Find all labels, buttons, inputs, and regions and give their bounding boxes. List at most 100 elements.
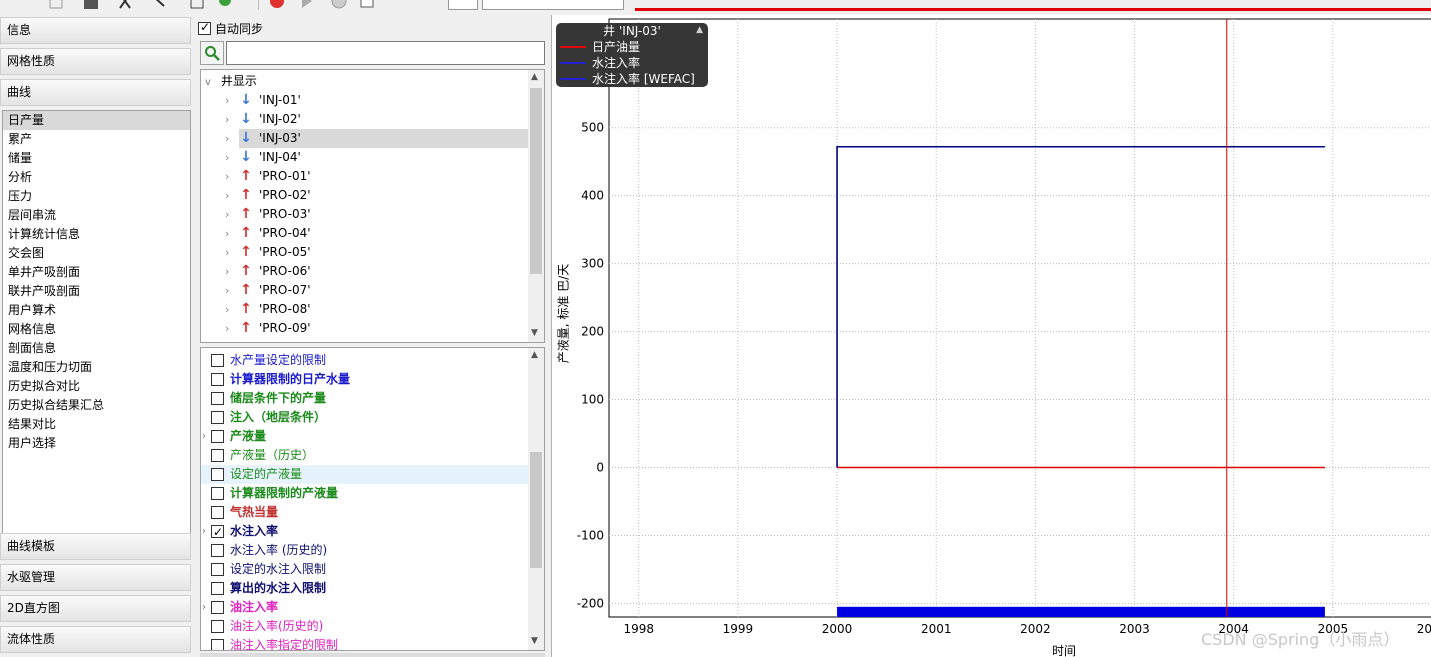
expand-chevron-icon[interactable]: › bbox=[225, 224, 229, 243]
curve-item[interactable]: 结果对比 bbox=[3, 415, 190, 434]
collapse-chevron-icon[interactable]: v bbox=[205, 73, 217, 92]
expand-chevron-icon[interactable]: › bbox=[225, 205, 229, 224]
well-tree-item[interactable]: › ↑ 'PRO-03' bbox=[225, 205, 489, 224]
curve-item[interactable]: 交会图 bbox=[3, 244, 190, 263]
well-tree-item[interactable]: › ↑ 'PRO-04' bbox=[225, 224, 489, 243]
well-tree-item[interactable]: › ↓ 'INJ-01' bbox=[225, 91, 489, 110]
property-checkbox[interactable] bbox=[211, 620, 224, 633]
property-item[interactable]: 计算器限制的产液量 bbox=[201, 484, 529, 503]
curve-item[interactable]: 用户选择 bbox=[3, 434, 190, 453]
property-checkbox[interactable] bbox=[211, 523, 224, 542]
toolbar-combo-left[interactable] bbox=[448, 0, 478, 10]
curve-item[interactable]: 联井产吸剖面 bbox=[3, 282, 190, 301]
scroll-thumb[interactable] bbox=[530, 452, 542, 568]
property-checkbox[interactable] bbox=[211, 468, 224, 481]
property-checkbox[interactable] bbox=[211, 544, 224, 557]
curve-item[interactable]: 压力 bbox=[3, 187, 190, 206]
property-checkbox[interactable] bbox=[211, 392, 224, 405]
curve-item[interactable]: 网格信息 bbox=[3, 320, 190, 339]
well-tree-item[interactable]: › ↑ 'PRO-02' bbox=[225, 186, 489, 205]
well-tree-item[interactable]: › ↓ 'INJ-02' bbox=[225, 110, 489, 129]
curve-item[interactable]: 历史拟合对比 bbox=[3, 377, 190, 396]
property-checkbox[interactable] bbox=[211, 411, 224, 424]
property-list-scrollbar[interactable]: ▲ ▼ bbox=[528, 348, 544, 650]
scroll-down-icon[interactable]: ▼ bbox=[531, 328, 538, 338]
property-item[interactable]: › 产液量 bbox=[201, 427, 529, 446]
well-tree-item[interactable]: › ↑ 'PRO-01' bbox=[225, 167, 489, 186]
refresh-icon[interactable] bbox=[216, 0, 234, 10]
property-item[interactable]: › 油注入率 bbox=[201, 598, 529, 617]
category-waterflood-management[interactable]: 水驱管理 bbox=[0, 564, 191, 591]
curve-item[interactable]: 储量 bbox=[3, 149, 190, 168]
property-item[interactable]: 计算器限制的日产水量 bbox=[201, 370, 529, 389]
curve-item[interactable]: 层间串流 bbox=[3, 206, 190, 225]
expand-chevron-icon[interactable]: › bbox=[225, 262, 229, 281]
scroll-up-icon[interactable]: ▲ bbox=[531, 72, 538, 82]
expand-chevron-icon[interactable]: › bbox=[225, 148, 229, 167]
category-curve-templates[interactable]: 曲线模板 bbox=[0, 533, 191, 560]
curve-item[interactable]: 单井产吸剖面 bbox=[3, 263, 190, 282]
curve-item[interactable]: 历史拟合结果汇总 bbox=[3, 396, 190, 415]
property-checkbox[interactable] bbox=[211, 563, 224, 576]
cut-icon[interactable] bbox=[116, 0, 134, 10]
auto-sync-checkbox[interactable] bbox=[198, 20, 211, 35]
well-tree-item[interactable]: › ↑ 'PRO-05' bbox=[225, 243, 489, 262]
property-checkbox[interactable] bbox=[211, 506, 224, 519]
curve-item[interactable]: 计算统计信息 bbox=[3, 225, 190, 244]
tree-root[interactable]: v 井显示 bbox=[205, 72, 257, 91]
property-item[interactable]: 水注入率 (历史的) bbox=[201, 541, 529, 560]
curve-item[interactable]: 累产 bbox=[3, 130, 190, 149]
chart-legend[interactable]: 井 'INJ-03' ▲ 日产油量 水注入率 水注入率 [WEFAC] bbox=[556, 23, 708, 87]
property-checkbox[interactable] bbox=[211, 601, 224, 614]
search-input[interactable] bbox=[226, 41, 545, 65]
play-icon[interactable] bbox=[298, 0, 316, 10]
property-item[interactable]: 注入（地层条件） bbox=[201, 408, 529, 427]
expand-chevron-icon[interactable]: › bbox=[202, 598, 206, 617]
property-item[interactable]: 设定的产液量 bbox=[201, 465, 529, 484]
undo-icon[interactable] bbox=[150, 0, 168, 10]
property-item[interactable]: 算出的水注入限制 bbox=[201, 579, 529, 598]
stop-icon[interactable] bbox=[330, 0, 348, 10]
well-tree-item[interactable]: › ↓ 'INJ-04' bbox=[225, 148, 489, 167]
well-tree-item[interactable]: › ↓ 'INJ-03' bbox=[225, 129, 530, 148]
new-icon[interactable] bbox=[48, 0, 66, 10]
curve-item[interactable]: 分析 bbox=[3, 168, 190, 187]
property-item[interactable]: 储层条件下的产量 bbox=[201, 389, 529, 408]
expand-chevron-icon[interactable]: › bbox=[225, 281, 229, 300]
scroll-down-icon[interactable]: ▼ bbox=[531, 636, 538, 646]
well-tree-item[interactable]: › ↑ 'PRO-06' bbox=[225, 262, 489, 281]
category-fluid-properties[interactable]: 流体性质 bbox=[0, 626, 191, 653]
curve-item[interactable]: 剖面信息 bbox=[3, 339, 190, 358]
expand-chevron-icon[interactable]: › bbox=[225, 243, 229, 262]
well-tree-item[interactable]: › ↑ 'PRO-09' bbox=[225, 319, 489, 338]
category-2d-histogram[interactable]: 2D直方图 bbox=[0, 595, 191, 622]
property-checkbox[interactable] bbox=[211, 449, 224, 462]
expand-chevron-icon[interactable]: › bbox=[202, 522, 206, 541]
legend-collapse-icon[interactable]: ▲ bbox=[696, 25, 703, 35]
expand-chevron-icon[interactable]: › bbox=[225, 300, 229, 319]
expand-chevron-icon[interactable]: › bbox=[225, 167, 229, 186]
expand-chevron-icon[interactable]: › bbox=[225, 110, 229, 129]
category-info[interactable]: 信息 bbox=[0, 17, 191, 44]
curve-item[interactable]: 用户算术 bbox=[3, 301, 190, 320]
well-tree-scrollbar[interactable]: ▲ ▼ bbox=[528, 70, 544, 342]
expand-chevron-icon[interactable]: › bbox=[225, 91, 229, 110]
property-item[interactable]: 设定的水注入限制 bbox=[201, 560, 529, 579]
expand-chevron-icon[interactable]: › bbox=[225, 186, 229, 205]
expand-chevron-icon[interactable]: › bbox=[202, 427, 206, 446]
scroll-thumb[interactable] bbox=[530, 88, 542, 274]
property-item[interactable]: 气热当量 bbox=[201, 503, 529, 522]
auto-sync-toggle[interactable]: 自动同步 bbox=[198, 19, 263, 37]
property-checkbox[interactable] bbox=[211, 430, 224, 443]
property-item[interactable]: 油注入率(历史的) bbox=[201, 617, 529, 636]
curve-item[interactable]: 日产量 bbox=[3, 111, 190, 130]
toolbar-checkbox[interactable] bbox=[360, 0, 378, 10]
property-item[interactable]: › 水注入率 bbox=[201, 522, 529, 542]
property-checkbox[interactable] bbox=[211, 373, 224, 386]
category-grid-properties[interactable]: 网格性质 bbox=[0, 48, 191, 75]
curve-item[interactable]: 温度和压力切面 bbox=[3, 358, 190, 377]
expand-chevron-icon[interactable]: › bbox=[225, 319, 229, 338]
save-icon[interactable] bbox=[82, 0, 100, 10]
cube-icon[interactable] bbox=[188, 0, 206, 10]
property-checkbox[interactable] bbox=[211, 354, 224, 367]
